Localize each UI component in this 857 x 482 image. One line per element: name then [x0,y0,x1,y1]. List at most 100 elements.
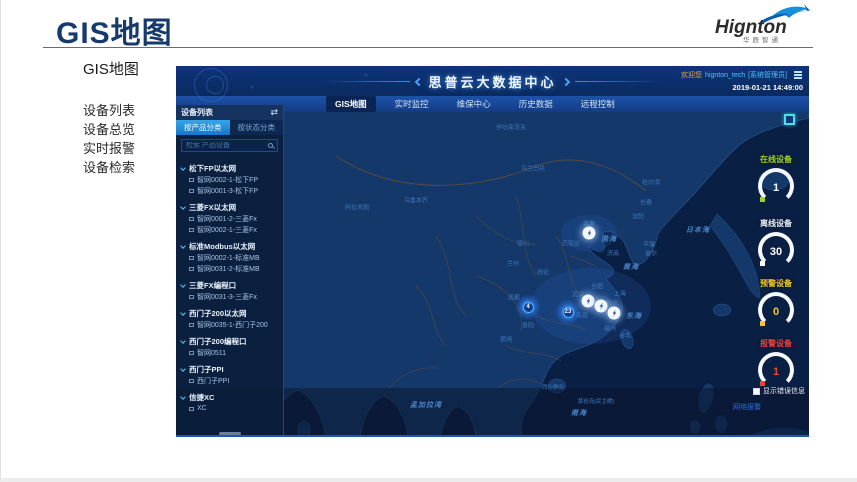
gauge-value: 0 [762,296,790,324]
chevron-down-icon [180,394,186,400]
chevron-down-icon [180,165,186,171]
nav-tab[interactable]: GIS地图 [326,96,376,112]
page-frame: GIS地图 Hignton 华辰智通 GIS地图 设备列表设备总览实时报警设备检… [0,0,857,482]
device-group[interactable]: 松下FP以太网 [181,162,278,174]
device-marker[interactable] [595,300,608,313]
device-icon [189,407,194,411]
gauge-label: 在线设备 [747,154,805,165]
chevron-down-icon [180,282,186,288]
device-item[interactable]: 西门子PPI [189,375,278,386]
search-icon[interactable] [268,143,273,148]
gauge-arc: 0 [758,292,794,328]
chevron-down-icon [180,310,186,316]
gauge-offline: 离线设备30 [747,218,805,268]
gauge-column: 在线设备 1 离线设备30 预警设备 0 报警设备 1 [747,66,805,437]
username[interactable]: hignton_tech [705,72,745,79]
plug-offline-icon [610,309,619,318]
device-icon [189,256,194,260]
device-item-label: 智网0001-3-松下FP [197,186,258,196]
gauge-value: 30 [762,236,790,264]
collapse-swap-icon[interactable]: ⇄ [270,108,278,117]
plug-offline-icon [585,229,594,238]
map-footer: 显示错误信息 网络报警 [733,386,805,412]
device-group[interactable]: 三菱FX以太网 [181,201,278,213]
device-group[interactable]: 三菱FX编程口 [181,279,278,291]
gauge-arc: 1 [758,168,794,204]
device-group[interactable]: 标准Modbus以太网 [181,240,278,252]
device-group-label: 信捷XC [189,392,214,403]
device-group-label: 西门子200编程口 [189,336,247,347]
device-group-label: 松下FP以太网 [189,163,236,174]
device-panel-tab[interactable]: 按产品分类 [176,120,230,135]
page-title: GIS地图 [56,8,173,52]
device-group[interactable]: 信捷XC [181,391,278,403]
chevron-down-icon [180,338,186,344]
device-marker[interactable] [582,295,595,308]
sidebar-item-0[interactable]: 设备列表 [83,101,173,120]
gauge-label: 预警设备 [747,278,805,289]
device-item-label: 智网0031-2-标准MB [197,264,260,274]
cluster-count: 23 [563,307,574,318]
cluster-marker[interactable]: 23 [555,299,581,325]
device-item-label: XC [197,405,207,412]
device-item[interactable]: 智网0511 [189,347,278,358]
device-item[interactable]: XC [189,403,278,414]
device-item-label: 智网0002-1-三菱Fx [197,225,257,235]
device-icon [189,228,194,232]
sidebar-item-3[interactable]: 设备检索 [83,158,173,177]
show-errors-checkbox[interactable] [753,388,760,395]
device-group[interactable]: 西门子PPI [181,363,278,375]
gauge-arc: 30 [758,232,794,268]
gauge-value: 1 [762,172,790,200]
dashboard-header: 思普云大数据中心 欢迎您 hignton_tech [系统管理员] 2019-0… [176,66,809,96]
show-errors-label: 显示错误信息 [763,386,805,396]
device-group-label: 标准Modbus以太网 [189,241,255,252]
device-item[interactable]: 智网0002-1-三菱Fx [189,224,278,235]
nav-tab[interactable]: 实时监控 [386,96,438,112]
chevron-down-icon [180,366,186,372]
device-marker[interactable] [583,227,596,240]
device-item[interactable]: 智网0035-1-西门子200 [189,319,278,330]
device-item[interactable]: 智网0001-3-松下FP [189,185,278,196]
nav-tab[interactable]: 维保中心 [448,96,500,112]
device-icon [189,189,194,193]
device-group[interactable]: 西门子200编程口 [181,335,278,347]
device-icon [189,379,194,383]
device-group-label: 三菱FX编程口 [189,280,236,291]
panel-scrollbar[interactable] [219,432,241,435]
device-item[interactable]: 智网0031-3-三菱Fx [189,291,278,302]
sidebar-heading[interactable]: GIS地图 [83,58,173,79]
device-item[interactable]: 智网0002-1-标准MB [189,252,278,263]
device-item-label: 智网0002-1-标准MB [197,253,260,263]
sidebar-item-1[interactable]: 设备总览 [83,120,173,139]
device-item-label: 西门子PPI [197,376,229,386]
device-group-label: 西门子PPI [189,364,224,375]
gauge-label: 报警设备 [747,338,805,349]
device-panel: 设备列表 ⇄ 按产品分类按状态分类 松下FP以太网智网0002-1-松下FP智网… [176,105,284,437]
device-icon [189,323,194,327]
device-item-label: 智网0001-2-三菱Fx [197,214,257,224]
nav-tab[interactable]: 远程控制 [572,96,624,112]
device-item[interactable]: 智网0002-1-松下FP [189,174,278,185]
device-search-input[interactable] [186,142,265,149]
plug-offline-icon [584,297,593,306]
doc-sidebar: GIS地图 设备列表设备总览实时报警设备检索 [83,58,173,177]
plug-offline-icon [597,302,606,311]
device-item[interactable]: 智网0001-2-三菱Fx [189,213,278,224]
device-icon [189,178,194,182]
device-group[interactable]: 西门子200以太网 [181,307,278,319]
title-line-left [322,81,410,82]
svg-text:华辰智通: 华辰智通 [743,35,781,44]
device-panel-tab[interactable]: 按状态分类 [230,120,284,135]
device-item[interactable]: 智网0031-2-标准MB [189,263,278,274]
gauge-warning: 预警设备 0 [747,278,805,328]
device-icon [189,267,194,271]
network-alarm-link[interactable]: 网络报警 [733,402,805,412]
device-marker[interactable] [608,307,621,320]
device-icon [189,295,194,299]
sidebar-item-2[interactable]: 实时报警 [83,139,173,158]
hignton-logo: Hignton 华辰智通 [691,2,816,48]
cluster-marker[interactable]: 4 [515,294,541,320]
gauge-arc: 1 [758,352,794,388]
nav-tab[interactable]: 历史数据 [510,96,562,112]
